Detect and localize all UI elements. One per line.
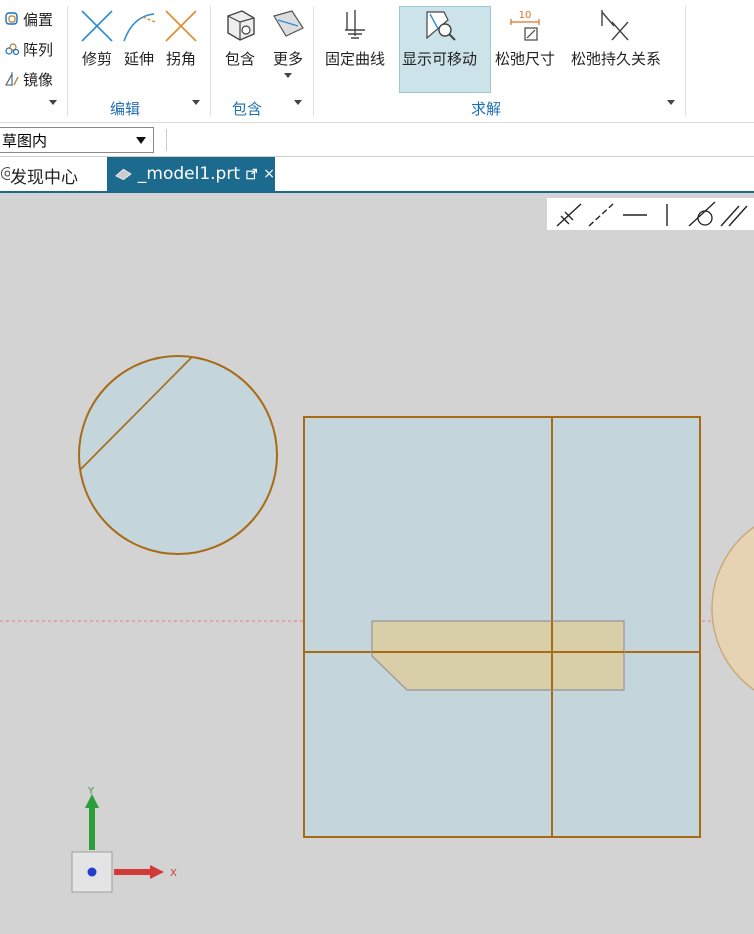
tab-discovery-center[interactable]: ◎发现中心 xyxy=(0,163,78,188)
contain-label: 包含 xyxy=(224,50,255,68)
selection-bar: 草图内 xyxy=(0,123,754,157)
graphics-canvas[interactable]: Y X xyxy=(0,192,754,934)
pattern-icon xyxy=(5,43,20,56)
sketch-circle[interactable] xyxy=(78,355,278,555)
tab-model-label: _model1.prt xyxy=(137,164,240,184)
relax-relations-icon xyxy=(601,10,629,41)
group-separator xyxy=(210,6,211,116)
chevron-down-icon[interactable] xyxy=(667,100,675,105)
more-button[interactable]: 更多 xyxy=(270,8,306,78)
chevron-down-icon[interactable] xyxy=(294,100,302,105)
edit-group-label: 编辑 xyxy=(110,100,141,118)
origin-dot xyxy=(87,867,97,877)
pattern-button[interactable]: 阵列 xyxy=(4,37,53,61)
pattern-label: 阵列 xyxy=(23,40,54,59)
constraint-toolbar xyxy=(547,198,754,230)
extend-label: 延伸 xyxy=(123,50,154,68)
offset-label: 偏置 xyxy=(23,10,54,29)
offset-button[interactable]: 偏置 xyxy=(4,7,53,31)
filter-dropdown[interactable]: 草图内 xyxy=(0,127,154,153)
tab-bar: ◎发现中心 _model1.prt × xyxy=(0,157,754,193)
point-on-curve-icon[interactable] xyxy=(588,203,614,227)
more-icon xyxy=(273,10,304,37)
chevron-down-icon xyxy=(284,73,292,78)
x-axis-arrowhead xyxy=(150,865,164,879)
contain-group-label: 包含 xyxy=(232,100,263,118)
relax-relations-button[interactable]: 松弛持久关系 xyxy=(571,8,661,69)
contain-button[interactable]: 包含 xyxy=(222,8,258,69)
show-movable-label: 显示可移动 xyxy=(402,50,478,68)
mirror-button[interactable]: 镜像 xyxy=(4,67,53,91)
fix-curve-label: 固定曲线 xyxy=(325,50,386,68)
close-icon[interactable]: × xyxy=(263,166,275,182)
extend-icon xyxy=(123,13,156,42)
contain-icon xyxy=(227,10,255,41)
popout-icon[interactable] xyxy=(246,168,257,180)
chevron-down-icon[interactable] xyxy=(192,100,200,105)
partial-sketch-circle[interactable] xyxy=(711,526,754,691)
more-label: 更多 xyxy=(272,50,303,68)
tangent-icon[interactable] xyxy=(688,201,716,227)
coincident-icon[interactable] xyxy=(556,203,582,227)
corner-icon xyxy=(165,10,197,42)
x-axis-arrow xyxy=(114,869,152,875)
tab-model[interactable]: _model1.prt × xyxy=(107,157,275,191)
y-axis-arrow xyxy=(89,806,95,850)
dimension-badge: 10 xyxy=(519,10,532,21)
mirror-label: 镜像 xyxy=(23,70,54,89)
group-separator xyxy=(67,6,68,116)
highlight-region[interactable] xyxy=(371,620,625,691)
fix-curve-button[interactable]: 固定曲线 xyxy=(325,8,385,69)
group-separator xyxy=(313,6,314,116)
show-movable-icon xyxy=(425,11,456,41)
relax-dimension-label: 松弛尺寸 xyxy=(495,50,556,68)
part-icon xyxy=(115,168,132,181)
parallel-icon[interactable] xyxy=(720,205,748,227)
y-axis-label: Y xyxy=(87,786,95,797)
group-separator xyxy=(685,6,686,116)
filter-dropdown-value: 草图内 xyxy=(2,131,48,150)
offset-icon xyxy=(5,12,18,25)
relax-relations-label: 松弛持久关系 xyxy=(571,50,662,68)
fix-curve-icon xyxy=(345,10,365,39)
chevron-down-icon xyxy=(136,137,146,144)
ribbon: 偏置 阵列 镜像 修剪 延伸 拐角 编辑 包含 更多 包含 固定曲线 显示可移动… xyxy=(0,0,754,123)
divider xyxy=(166,129,167,151)
mirror-icon xyxy=(5,72,19,86)
x-axis-label: X xyxy=(170,868,177,879)
globe-icon: ◎ xyxy=(0,163,10,183)
chevron-down-icon[interactable] xyxy=(49,100,57,105)
tab-discovery-label: 发现中心 xyxy=(10,168,78,188)
trim-label: 修剪 xyxy=(81,50,112,68)
relax-dimension-icon: 10 xyxy=(510,10,540,41)
extend-button[interactable]: 延伸 xyxy=(121,8,157,69)
show-movable-button[interactable]: 显示可移动 xyxy=(402,8,477,69)
trim-button[interactable]: 修剪 xyxy=(79,8,115,69)
solve-group-label: 求解 xyxy=(471,100,502,118)
corner-button[interactable]: 拐角 xyxy=(163,8,199,69)
trim-icon xyxy=(81,10,113,42)
axis-triad: Y X xyxy=(71,786,177,893)
corner-label: 拐角 xyxy=(165,50,196,68)
relax-dimension-button[interactable]: 10 松弛尺寸 xyxy=(495,8,555,69)
